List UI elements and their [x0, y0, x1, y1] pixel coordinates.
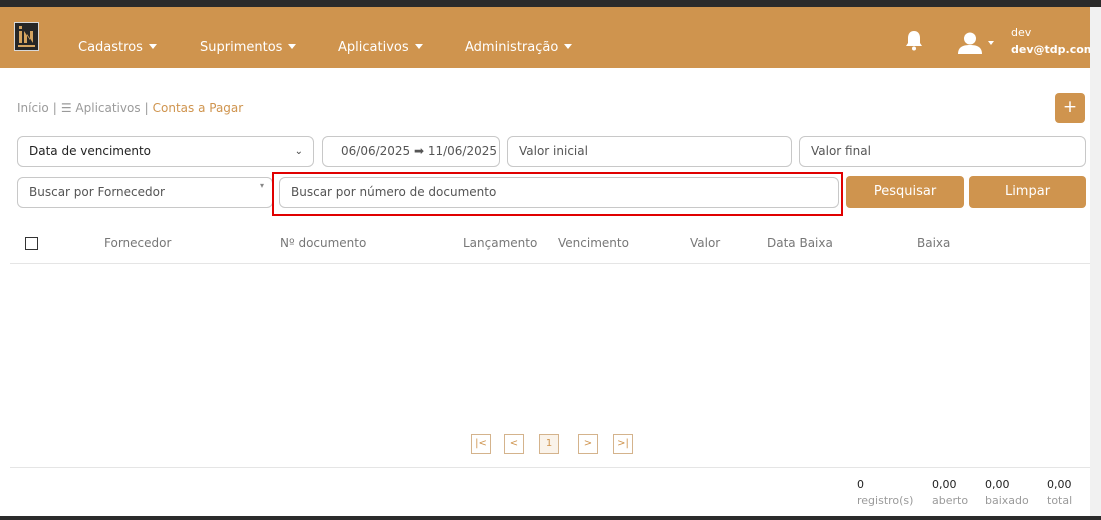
- clear-button[interactable]: Limpar: [969, 176, 1086, 208]
- summary-baixado-label: baixado: [985, 494, 1029, 507]
- menu-administracao[interactable]: Administração: [465, 40, 573, 55]
- summary-baixado-value: 0,00: [985, 478, 1010, 491]
- valor-inicial-input[interactable]: Valor inicial: [507, 136, 792, 167]
- column-header-data-baixa[interactable]: Data Baixa: [767, 236, 833, 250]
- last-page-button[interactable]: >|: [613, 434, 633, 454]
- top-navbar: Cadastros Suprimentos Aplicativos Admini…: [0, 7, 1101, 68]
- table-header-divider: [10, 263, 1090, 264]
- date-type-value: Data de vencimento: [29, 144, 152, 158]
- fornecedor-placeholder: Buscar por Fornecedor: [29, 185, 165, 199]
- menu-lines-icon: ☰: [60, 101, 72, 115]
- next-page-button[interactable]: >: [578, 434, 598, 454]
- chevron-down-icon: ⌄: [294, 146, 303, 157]
- summary-registros: 0 registro(s): [857, 478, 913, 507]
- fornecedor-search-select[interactable]: Buscar por Fornecedor ▾: [17, 177, 273, 208]
- page-1-button[interactable]: 1: [539, 434, 559, 454]
- summary-baixado: 0,00 baixado: [985, 478, 1029, 507]
- summary-aberto-value: 0,00: [932, 478, 957, 491]
- user-email: dev@tdp.com.br: [1011, 43, 1101, 56]
- caret-down-icon: ▾: [259, 181, 264, 190]
- column-header-fornecedor[interactable]: Fornecedor: [104, 236, 171, 250]
- summary-total-value: 0,00: [1047, 478, 1072, 491]
- column-header-documento[interactable]: Nº documento: [280, 236, 366, 250]
- breadcrumb-apps[interactable]: Aplicativos: [75, 101, 140, 115]
- select-all-checkbox[interactable]: [25, 237, 38, 250]
- breadcrumb: Início | ☰ Aplicativos | Contas a Pagar: [17, 101, 244, 115]
- date-range-input[interactable]: 06/06/2025 ➡ 11/06/2025: [322, 136, 500, 167]
- summary-registros-label: registro(s): [857, 494, 914, 507]
- valor-inicial-placeholder: Valor inicial: [519, 144, 588, 158]
- breadcrumb-current: Contas a Pagar: [152, 101, 244, 115]
- first-page-button[interactable]: |<: [471, 434, 491, 454]
- user-name: dev: [1011, 26, 1032, 39]
- highlight-box: [272, 172, 843, 216]
- chevron-down-icon: [564, 44, 573, 49]
- chevron-down-icon: [414, 44, 423, 49]
- summary-registros-value: 0: [857, 478, 864, 491]
- date-range-value: 06/06/2025 ➡ 11/06/2025: [341, 144, 498, 158]
- menu-cadastros[interactable]: Cadastros: [78, 40, 157, 55]
- prev-page-button[interactable]: <: [504, 434, 524, 454]
- vertical-scrollbar[interactable]: [1090, 7, 1101, 516]
- valor-final-input[interactable]: Valor final: [799, 136, 1086, 167]
- user-avatar-icon[interactable]: [956, 32, 984, 58]
- chevron-down-icon: [148, 44, 157, 49]
- summary-aberto-label: aberto: [932, 494, 969, 507]
- window-top-border: [0, 0, 1101, 7]
- menu-suprimentos[interactable]: Suprimentos: [200, 40, 297, 55]
- column-header-valor[interactable]: Valor: [690, 236, 720, 250]
- bell-icon[interactable]: [904, 30, 924, 55]
- menu-aplicativos[interactable]: Aplicativos: [338, 40, 423, 55]
- column-header-vencimento[interactable]: Vencimento: [558, 236, 629, 250]
- footer-divider: [10, 467, 1090, 468]
- window-bottom-border: [0, 516, 1101, 520]
- user-menu-chevron-icon[interactable]: [988, 41, 994, 45]
- summary-total-label: total: [1047, 494, 1073, 507]
- add-button[interactable]: +: [1055, 93, 1085, 123]
- search-button[interactable]: Pesquisar: [846, 176, 964, 208]
- chevron-down-icon: [288, 44, 297, 49]
- app-logo[interactable]: [14, 22, 39, 51]
- column-header-baixa[interactable]: Baixa: [917, 236, 950, 250]
- summary-aberto: 0,00 aberto: [932, 478, 968, 507]
- breadcrumb-home[interactable]: Início: [17, 101, 49, 115]
- summary-total: 0,00 total: [1047, 478, 1072, 507]
- valor-final-placeholder: Valor final: [811, 144, 871, 158]
- date-type-select[interactable]: Data de vencimento ⌄: [17, 136, 314, 167]
- column-header-lancamento[interactable]: Lançamento: [463, 236, 537, 250]
